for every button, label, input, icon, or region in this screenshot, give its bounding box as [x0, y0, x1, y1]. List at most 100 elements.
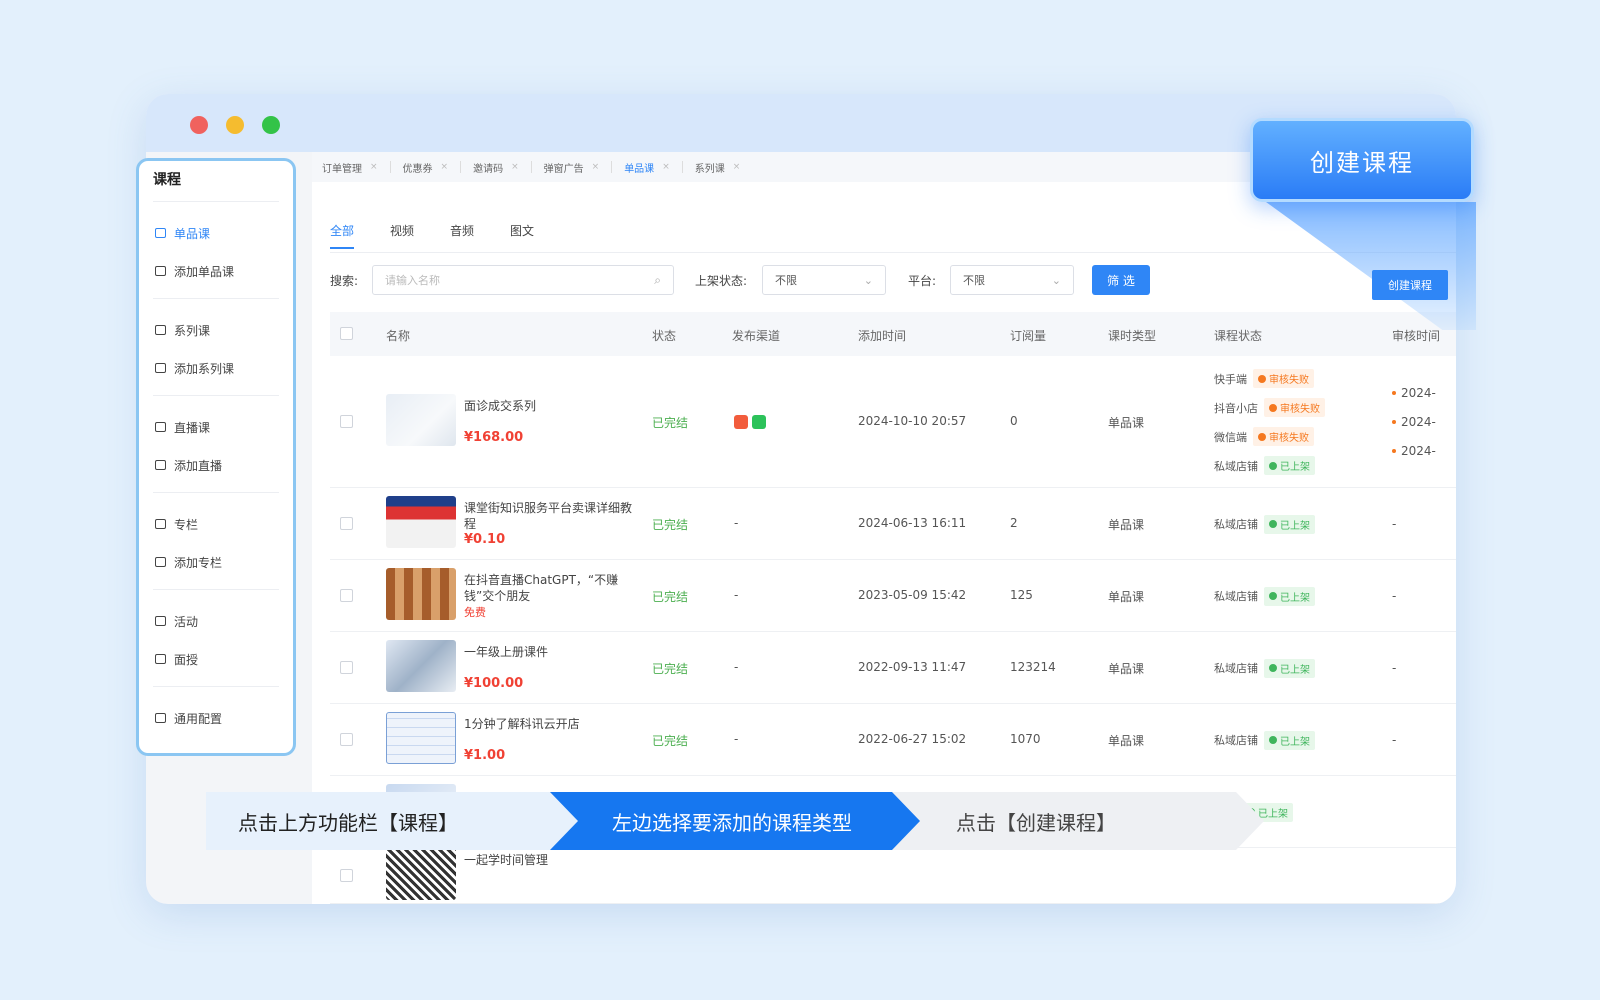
status-badge-text: 已上架	[1280, 736, 1310, 748]
add-course-icon	[155, 266, 166, 276]
check-icon	[1269, 520, 1277, 528]
table-row[interactable]: 课堂街知识服务平台卖课详细教程 ¥0.10 已完结 - 2024-06-13 16:11…	[330, 488, 1456, 560]
platform-status: 私域店铺 已上架	[1214, 582, 1315, 611]
close-icon[interactable]: ×	[370, 162, 378, 172]
course-thumbnail[interactable]	[386, 496, 456, 548]
platform-name: 快手端	[1214, 372, 1247, 386]
row-checkbox[interactable]	[340, 661, 353, 674]
close-icon[interactable]: ×	[733, 162, 741, 172]
course-name[interactable]: 课堂街知识服务平台卖课详细教程	[464, 500, 634, 532]
column-icon	[155, 519, 166, 529]
filter-button[interactable]: 筛 选	[1092, 265, 1150, 295]
page-tab[interactable]: 弹窗广告 ×	[544, 157, 613, 177]
sidebar-item[interactable]: 单品课	[153, 214, 279, 252]
search-icon[interactable]: ⌕	[654, 273, 661, 288]
page-tab-label: 邀请码	[473, 163, 504, 175]
tab-2[interactable]: 音频	[450, 222, 474, 249]
page-tab[interactable]: 系列课 ×	[695, 157, 741, 177]
status-badge-text: 已上架	[1280, 462, 1310, 473]
sidebar-item[interactable]: 添加系列课	[153, 349, 279, 387]
sidebar-item[interactable]: 直播课	[153, 408, 279, 446]
page-tab-label: 弹窗广告	[543, 163, 584, 175]
filter-bar: 搜索: 请输入名称 ⌕ 上架状态: 不限 ⌄ 平台: 不限 ⌄ 筛 选	[330, 265, 1456, 295]
sidebar-item[interactable]: 通用配置	[153, 699, 279, 737]
row-checkbox[interactable]	[340, 733, 353, 746]
table-row[interactable]: 面诊成交系列 ¥168.00 已完结 2024-10-10 20:57 0 单品课 快手端审…	[330, 356, 1456, 488]
select-all-checkbox[interactable]	[340, 327, 353, 340]
close-icon[interactable]: ×	[662, 162, 670, 172]
course-thumbnail[interactable]	[386, 394, 456, 446]
page-tab-label: 订单管理	[322, 163, 362, 175]
settings-icon	[155, 713, 166, 723]
create-course-button[interactable]: 创建课程	[1372, 270, 1448, 300]
platform-status: 私域店铺 已上架	[1214, 726, 1315, 755]
subscriptions: 1070	[1010, 732, 1041, 746]
row-checkbox[interactable]	[340, 517, 353, 530]
course-name[interactable]: 一年级上册课件	[464, 644, 634, 660]
close-dot[interactable]	[190, 116, 208, 134]
platform-name: 私域店铺	[1214, 518, 1258, 531]
course-thumbnail[interactable]	[386, 848, 456, 900]
platform-name: 抖音小店	[1214, 401, 1258, 415]
added-time: 2023-05-09 15:42	[858, 588, 967, 602]
sidebar-item-label: 系列课	[174, 323, 211, 338]
platform-label: 平台:	[908, 273, 937, 288]
status-badge-text: 审核失败	[1269, 375, 1309, 386]
sidebar-group: 单品课 添加单品课	[153, 202, 279, 299]
audit-time-list: -	[1392, 726, 1396, 755]
subtab-divider	[330, 252, 1456, 253]
audit-time: 2024-	[1392, 379, 1436, 408]
minimize-dot[interactable]	[226, 116, 244, 134]
page-tab[interactable]: 优惠券 ×	[403, 157, 462, 177]
create-course-callout[interactable]: 创建课程	[1250, 118, 1474, 202]
page-tab[interactable]: 订单管理 ×	[322, 157, 391, 177]
status-badge-text: 已上架	[1280, 592, 1310, 604]
lesson-type: 单品课	[1108, 734, 1145, 748]
lesson-type: 单品课	[1108, 590, 1145, 604]
search-input[interactable]: 请输入名称 ⌕	[372, 265, 674, 295]
page-tab[interactable]: 邀请码 ×	[473, 157, 532, 177]
course-name[interactable]: 在抖音直播ChatGPT，“不赚钱”交个朋友	[464, 572, 634, 604]
close-icon[interactable]: ×	[441, 162, 449, 172]
sidebar-item[interactable]: 专栏	[153, 505, 279, 543]
status-select[interactable]: 不限 ⌄	[762, 265, 886, 295]
sidebar-item[interactable]: 系列课	[153, 311, 279, 349]
table-row[interactable]: 一年级上册课件 ¥100.00 已完结 - 2022-09-13 11:47 123214…	[330, 632, 1456, 704]
table-row[interactable]: 在抖音直播ChatGPT，“不赚钱”交个朋友 免费 已完结 - 2023-05-09 1…	[330, 560, 1456, 632]
table-row[interactable]: 一起学时间管理	[330, 848, 1456, 904]
sidebar-item[interactable]: 活动	[153, 602, 279, 640]
sidebar-item[interactable]: 添加专栏	[153, 543, 279, 581]
offline-icon	[155, 654, 166, 664]
maximize-dot[interactable]	[262, 116, 280, 134]
course-name[interactable]: 1分钟了解科讯云开店	[464, 716, 634, 732]
tab-3[interactable]: 图文	[510, 222, 534, 249]
sidebar-item[interactable]: 面授	[153, 640, 279, 678]
course-status: 已完结	[652, 518, 689, 532]
course-thumbnail[interactable]	[386, 712, 456, 764]
sidebar-item[interactable]: 添加直播	[153, 446, 279, 484]
channel-empty: -	[734, 516, 739, 530]
channel-empty: -	[734, 588, 739, 602]
close-icon[interactable]: ×	[511, 162, 519, 172]
audit-time-text: -	[1392, 733, 1397, 747]
sidebar-item[interactable]: 添加单品课	[153, 252, 279, 290]
sidebar-group: 直播课 添加直播	[153, 396, 279, 493]
row-checkbox[interactable]	[340, 869, 353, 882]
close-icon[interactable]: ×	[592, 162, 600, 172]
page-tab[interactable]: 单品课 ×	[624, 157, 683, 177]
tab-0[interactable]: 全部	[330, 222, 355, 249]
table-row[interactable]: 1分钟了解科讯云开店 ¥1.00 已完结 - 2022-06-27 15:02 1070 单…	[330, 704, 1456, 776]
platform-name: 私域店铺	[1214, 734, 1258, 747]
course-thumbnail[interactable]	[386, 640, 456, 692]
platform-select[interactable]: 不限 ⌄	[950, 265, 1074, 295]
row-checkbox[interactable]	[340, 415, 353, 428]
row-checkbox[interactable]	[340, 589, 353, 602]
course-status: 已完结	[652, 416, 689, 430]
chevron-down-icon: ⌄	[863, 273, 873, 287]
status-label: 上架状态:	[695, 273, 748, 288]
course-name[interactable]: 面诊成交系列	[464, 398, 634, 414]
course-thumbnail[interactable]	[386, 568, 456, 620]
tab-1[interactable]: 视频	[390, 222, 414, 249]
course-name[interactable]: 一起学时间管理	[464, 852, 634, 868]
tab-divider	[611, 161, 613, 173]
